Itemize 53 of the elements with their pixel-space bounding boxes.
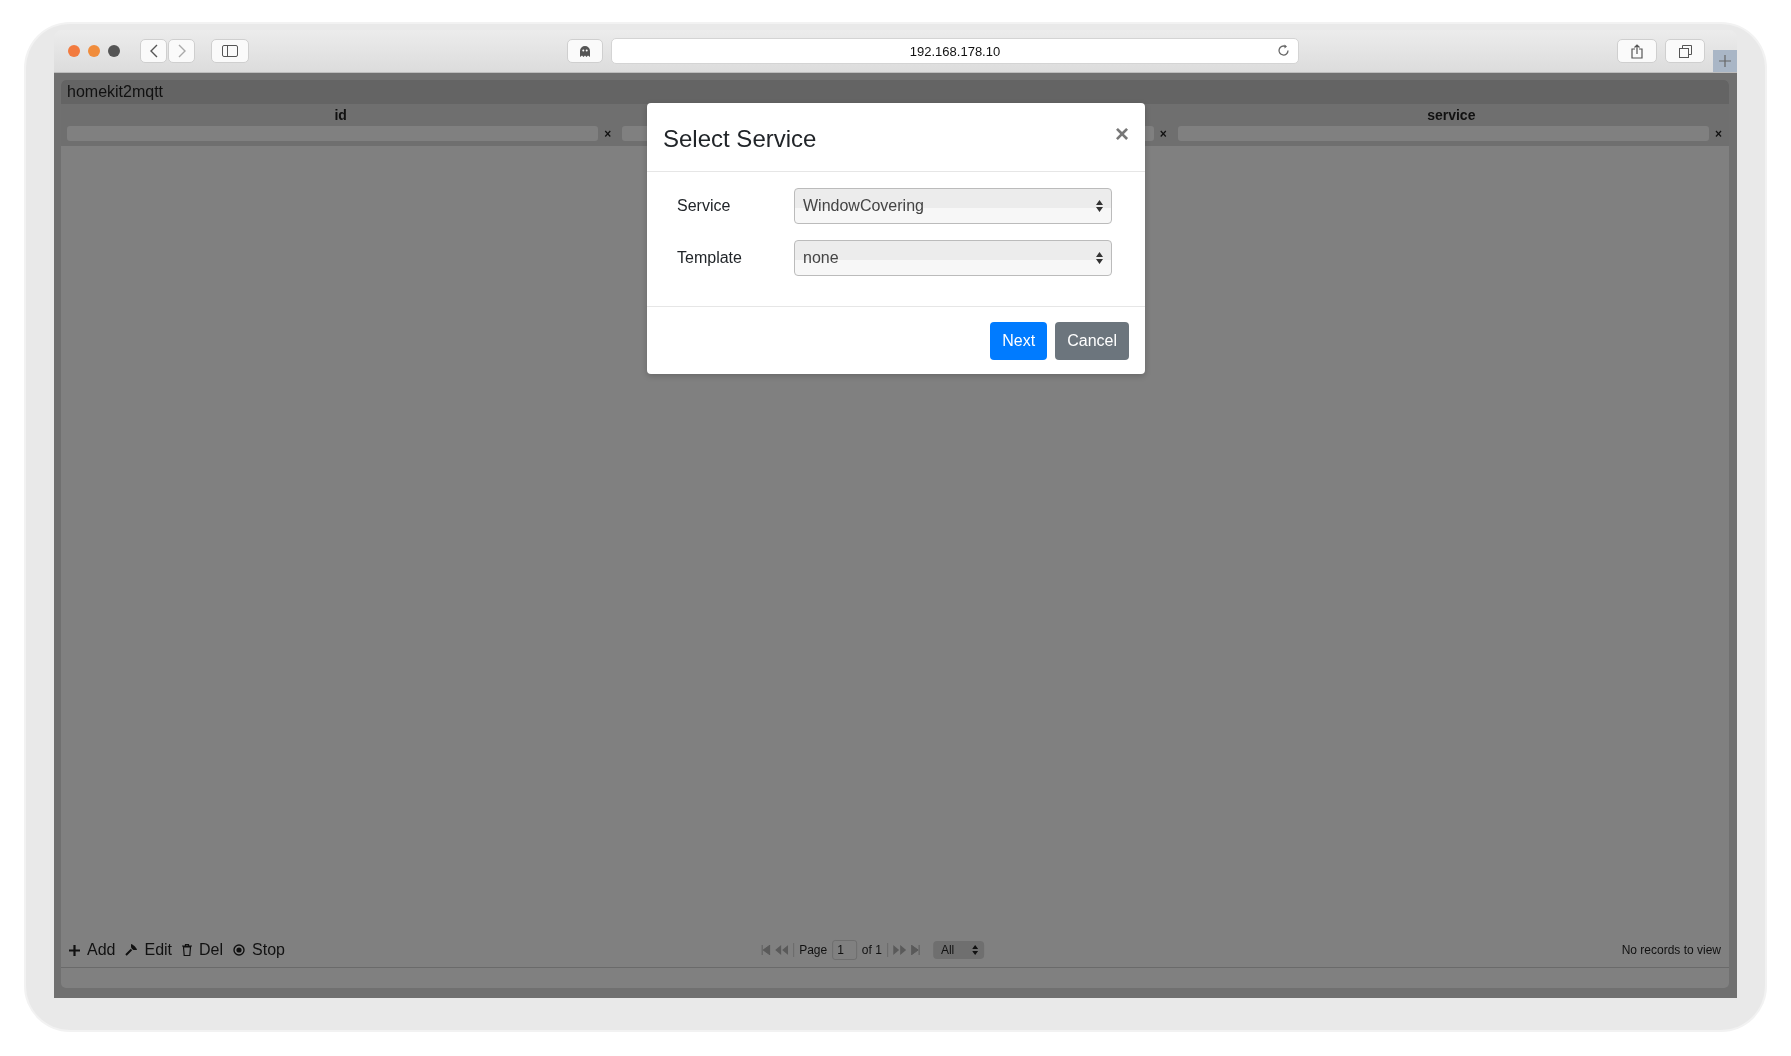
sidebar-button[interactable] <box>211 39 249 63</box>
page-label: Page <box>799 943 828 957</box>
field-label: Template <box>677 249 743 267</box>
app-title: homekit2mqtt <box>61 80 1729 104</box>
next-page-icon[interactable] <box>892 945 906 955</box>
dropdown-select[interactable]: WindowCovering <box>794 188 1112 224</box>
plus-icon <box>1719 55 1731 67</box>
page-count: of 1 <box>861 943 882 957</box>
updown-arrows-icon <box>972 945 979 955</box>
clear-filter-button[interactable]: × <box>1715 126 1725 141</box>
forward-button[interactable] <box>168 39 195 63</box>
address-bar[interactable]: 192.168.178.10 <box>611 38 1299 64</box>
toolbar-button[interactable]: Stop <box>233 941 285 959</box>
chevron-right-icon <box>176 44 187 58</box>
updown-arrows-icon <box>1096 200 1103 212</box>
previous-page-icon[interactable] <box>775 945 789 955</box>
first-page-icon[interactable] <box>761 945 771 955</box>
sidebar-icon <box>222 45 238 57</box>
close-window-icon[interactable] <box>68 45 80 57</box>
dialog-title: Select Service <box>663 124 817 154</box>
last-page-icon[interactable] <box>910 945 920 955</box>
updown-arrows-icon <box>1096 252 1103 264</box>
reload-icon[interactable] <box>1277 44 1290 57</box>
plus-icon <box>69 944 80 956</box>
toolbar-button[interactable]: Del <box>182 941 224 959</box>
toolbar-button[interactable]: Add <box>69 941 116 959</box>
column-header[interactable]: id <box>334 107 347 123</box>
new-tab-button[interactable] <box>1713 50 1737 72</box>
field-label: Service <box>677 197 732 215</box>
back-button[interactable] <box>140 39 167 63</box>
zoom-window-icon[interactable] <box>108 45 120 57</box>
tabs-icon <box>1678 44 1692 58</box>
next-button[interactable]: Next <box>990 322 1048 360</box>
privacy-ghost-button[interactable] <box>567 39 603 63</box>
url-text: 192.168.178.10 <box>909 43 1001 59</box>
chevron-left-icon <box>148 44 159 58</box>
minimize-window-icon[interactable] <box>88 45 100 57</box>
trash-icon <box>182 944 193 956</box>
clear-filter-button[interactable]: × <box>604 126 615 141</box>
column-header[interactable]: service <box>1427 107 1476 123</box>
rows-per-page-select[interactable]: All <box>932 941 985 959</box>
records-status: No records to view <box>1621 943 1721 957</box>
cancel-button[interactable]: Cancel <box>1055 322 1129 360</box>
tabs-button[interactable] <box>1665 39 1705 63</box>
stop-icon <box>233 944 246 956</box>
share-button[interactable] <box>1617 39 1657 63</box>
close-button[interactable]: × <box>1113 123 1131 145</box>
toolbar-button[interactable]: Edit <box>125 941 173 959</box>
dropdown-select[interactable]: none <box>794 240 1112 276</box>
wrench-icon <box>125 944 138 956</box>
clear-filter-button[interactable]: × <box>1159 126 1170 141</box>
share-icon <box>1631 43 1643 59</box>
ghost-icon <box>579 44 591 58</box>
